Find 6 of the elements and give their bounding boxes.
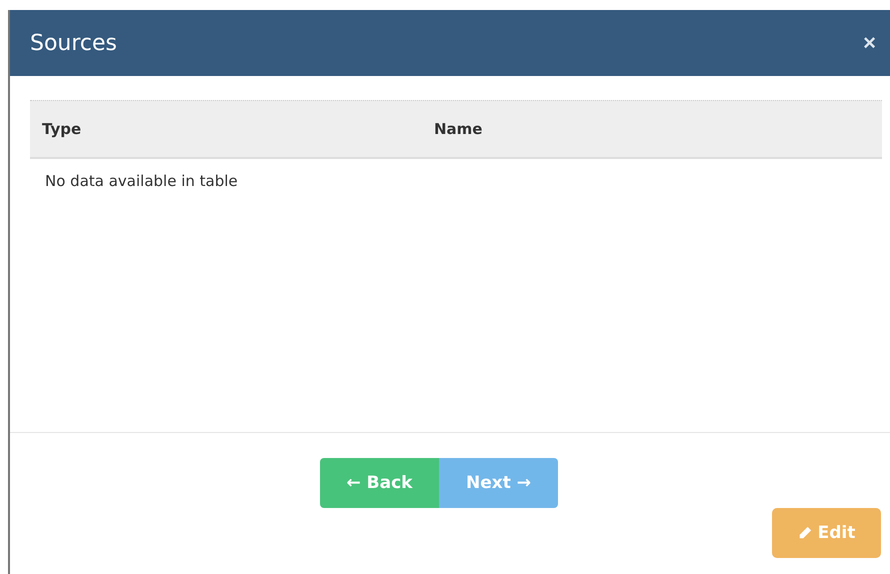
column-header[interactable]: Type [42, 120, 434, 138]
column-header[interactable]: Name [434, 120, 482, 138]
close-button[interactable]: × [859, 30, 880, 56]
pencil-icon [798, 526, 812, 540]
dialog-title: Sources [30, 30, 118, 56]
empty-table-message: No data available in table [44, 171, 239, 192]
